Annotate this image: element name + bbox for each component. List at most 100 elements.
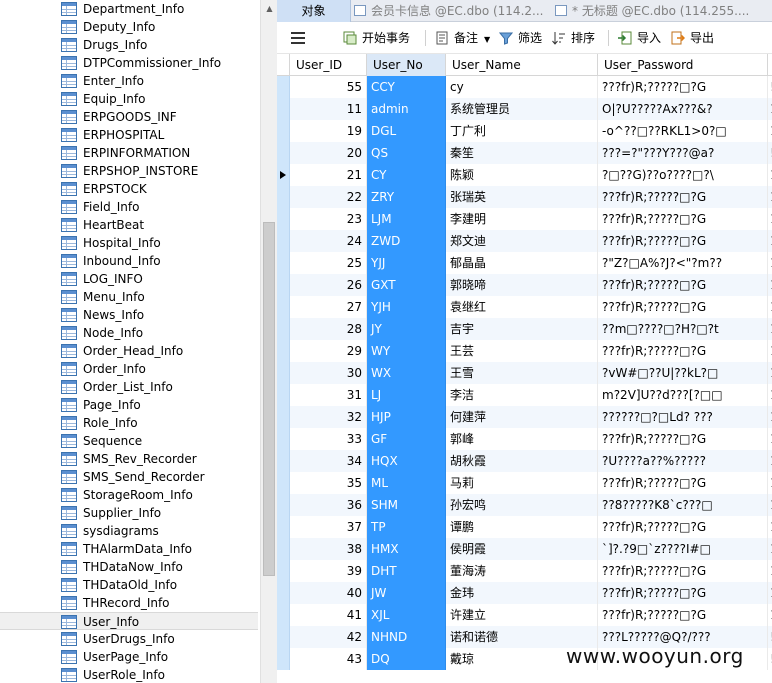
import-button[interactable]: 导入	[618, 28, 661, 48]
tree-scrollbar[interactable]: ▲	[260, 0, 277, 683]
row-indicator[interactable]	[277, 296, 290, 318]
cell-user-name[interactable]: 李建明	[446, 208, 598, 230]
cell-next-column[interactable]: 1	[768, 450, 772, 472]
cell-user-no[interactable]: NHND	[367, 626, 446, 648]
tree-item-table[interactable]: Order_List_Info	[0, 378, 258, 396]
table-row[interactable]: 31LJ李洁m?2V]U??d???[?□□1	[277, 384, 772, 406]
cell-user-name[interactable]: 马莉	[446, 472, 598, 494]
tree-item-table[interactable]: THAlarmData_Info	[0, 540, 258, 558]
cell-user-no[interactable]: DGL	[367, 120, 446, 142]
row-indicator[interactable]	[277, 274, 290, 296]
cell-user-id[interactable]: 25	[290, 252, 367, 274]
cell-user-id[interactable]: 36	[290, 494, 367, 516]
row-indicator[interactable]	[277, 648, 290, 670]
row-indicator[interactable]	[277, 98, 290, 120]
cell-user-password[interactable]: ???=?"???Y???@a?	[598, 142, 768, 164]
row-indicator[interactable]	[277, 230, 290, 252]
cell-next-column[interactable]: 1	[768, 164, 772, 186]
cell-user-no[interactable]: ZWD	[367, 230, 446, 252]
table-row[interactable]: 35ML马莉???fr)R;?????□?G1	[277, 472, 772, 494]
cell-next-column[interactable]: 1	[768, 120, 772, 142]
cell-next-column[interactable]: 1	[768, 318, 772, 340]
row-indicator[interactable]	[277, 208, 290, 230]
table-row[interactable]: 29WY王芸???fr)R;?????□?G1	[277, 340, 772, 362]
cell-next-column[interactable]: 1	[768, 516, 772, 538]
cell-user-id[interactable]: 38	[290, 538, 367, 560]
cell-user-no[interactable]: JW	[367, 582, 446, 604]
tree-item-table[interactable]: Page_Info	[0, 396, 258, 414]
cell-next-column[interactable]: 1	[768, 472, 772, 494]
row-indicator[interactable]	[277, 450, 290, 472]
cell-user-name[interactable]: 何建萍	[446, 406, 598, 428]
cell-user-id[interactable]: 28	[290, 318, 367, 340]
tree-item-table[interactable]: SMS_Rev_Recorder	[0, 450, 258, 468]
cell-user-password[interactable]: ???fr)R;?????□?G	[598, 274, 768, 296]
cell-next-column[interactable]: 1	[768, 252, 772, 274]
table-row[interactable]: 41XJL许建立???fr)R;?????□?G1	[277, 604, 772, 626]
cell-next-column[interactable]: !	[768, 648, 772, 670]
export-button[interactable]: 导出	[671, 28, 714, 48]
cell-user-name[interactable]: 谭鹏	[446, 516, 598, 538]
cell-user-password[interactable]: ??????□?□Ld? ???	[598, 406, 768, 428]
row-indicator[interactable]	[277, 604, 290, 626]
cell-user-id[interactable]: 31	[290, 384, 367, 406]
row-indicator[interactable]	[277, 142, 290, 164]
column-header-user-name[interactable]: User_Name	[446, 54, 598, 76]
cell-user-name[interactable]: 张瑞英	[446, 186, 598, 208]
cell-user-no[interactable]: ML	[367, 472, 446, 494]
table-row[interactable]: 39DHT董海涛???fr)R;?????□?G1	[277, 560, 772, 582]
tree-item-table[interactable]: HeartBeat	[0, 216, 258, 234]
cell-user-password[interactable]: ???fr)R;?????□?G	[598, 76, 768, 98]
cell-user-no[interactable]: DQ	[367, 648, 446, 670]
table-row[interactable]: 40JW金玮???fr)R;?????□?G1	[277, 582, 772, 604]
cell-user-password[interactable]: ???fr)R;?????□?G	[598, 604, 768, 626]
row-indicator[interactable]	[277, 516, 290, 538]
tree-item-table[interactable]: Role_Info	[0, 414, 258, 432]
table-row[interactable]: 25YJJ郁晶晶?"Z?□A%?J?<"?m??1	[277, 252, 772, 274]
table-row[interactable]: 26GXT郭晓啼???fr)R;?????□?G1	[277, 274, 772, 296]
table-row[interactable]: 36SHM孙宏鸣??8?????K8`c???□1	[277, 494, 772, 516]
table-row[interactable]: 21CY陈颖?□??G)??o????□?\1	[277, 164, 772, 186]
tree-scrollbar-thumb[interactable]	[263, 222, 275, 576]
cell-next-column[interactable]: 1	[768, 560, 772, 582]
tree-item-table[interactable]: User_Info	[0, 612, 258, 630]
cell-user-password[interactable]: ??8?????K8`c???□	[598, 494, 768, 516]
row-indicator[interactable]	[277, 582, 290, 604]
tree-item-table[interactable]: THDataOld_Info	[0, 576, 258, 594]
cell-user-id[interactable]: 37	[290, 516, 367, 538]
tree-item-table[interactable]: THRecord_Info	[0, 594, 258, 612]
cell-user-name[interactable]: 陈颖	[446, 164, 598, 186]
row-indicator[interactable]	[277, 76, 290, 98]
table-row[interactable]: 20QS秦笙???=?"???Y???@a?!	[277, 142, 772, 164]
tree-item-table[interactable]: Order_Head_Info	[0, 342, 258, 360]
row-indicator[interactable]	[277, 494, 290, 516]
cell-user-no[interactable]: LJ	[367, 384, 446, 406]
cell-user-name[interactable]: 系统管理员	[446, 98, 598, 120]
table-row[interactable]: 55CCYcy???fr)R;?????□?G!	[277, 76, 772, 98]
table-row[interactable]: 38HMX侯明霞`]?.?9□`z????I#□1	[277, 538, 772, 560]
cell-next-column[interactable]: 1	[768, 340, 772, 362]
cell-user-no[interactable]: LJM	[367, 208, 446, 230]
cell-user-password[interactable]: `]?.?9□`z????I#□	[598, 538, 768, 560]
cell-user-password[interactable]: ?"Z?□A%?J?<"?m??	[598, 252, 768, 274]
cell-user-no[interactable]: admin	[367, 98, 446, 120]
cell-user-name[interactable]: 胡秋霞	[446, 450, 598, 472]
tree-item-table[interactable]: Drugs_Info	[0, 36, 258, 54]
cell-user-no[interactable]: HJP	[367, 406, 446, 428]
cell-next-column[interactable]: 1	[768, 186, 772, 208]
cell-user-id[interactable]: 27	[290, 296, 367, 318]
cell-next-column[interactable]: 1	[768, 582, 772, 604]
tree-item-table[interactable]: UserDrugs_Info	[0, 630, 258, 648]
tab-untitled[interactable]: * 无标题 @EC.dbo (114.255....	[555, 0, 772, 22]
cell-next-column[interactable]: 1	[768, 98, 772, 120]
cell-user-name[interactable]: cy	[446, 76, 598, 98]
tree-item-table[interactable]: Department_Info	[0, 0, 258, 18]
table-row[interactable]: 24ZWD郑文迪???fr)R;?????□?G1	[277, 230, 772, 252]
cell-user-id[interactable]: 42	[290, 626, 367, 648]
column-header-user-id[interactable]: User_ID	[290, 54, 367, 76]
row-indicator[interactable]	[277, 362, 290, 384]
cell-user-name[interactable]: 侯明霞	[446, 538, 598, 560]
cell-next-column[interactable]: 1	[768, 406, 772, 428]
cell-next-column[interactable]: 1	[768, 384, 772, 406]
cell-user-password[interactable]: ???fr)R;?????□?G	[598, 186, 768, 208]
